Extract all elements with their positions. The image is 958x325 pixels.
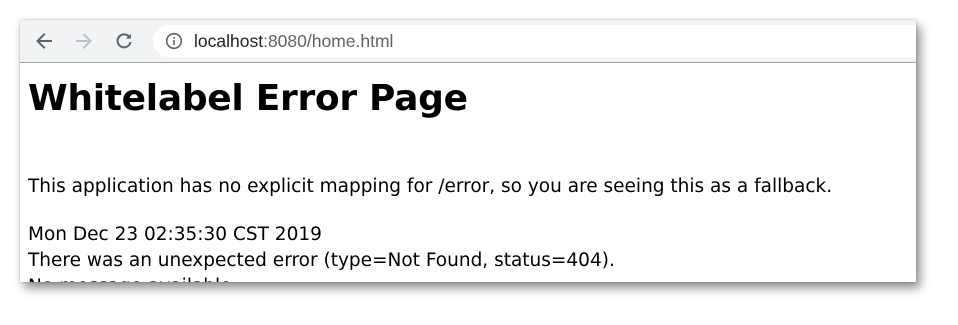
browser-window: localhost:8080/home.html Whitelabel Erro… — [20, 20, 916, 282]
error-type-status: There was an unexpected error (type=Not … — [28, 250, 615, 271]
error-details: Mon Dec 23 02:35:30 CST 2019 There was a… — [28, 222, 615, 282]
page-title: Whitelabel Error Page — [28, 78, 468, 119]
browser-toolbar: localhost:8080/home.html — [20, 20, 916, 63]
reload-icon — [116, 33, 132, 49]
arrow-left-icon — [36, 33, 52, 49]
info-circle-icon[interactable] — [165, 32, 183, 50]
address-bar[interactable]: localhost:8080/home.html — [153, 25, 916, 57]
back-button[interactable] — [30, 27, 58, 55]
forward-button[interactable] — [70, 27, 98, 55]
error-timestamp: Mon Dec 23 02:35:30 CST 2019 — [28, 224, 322, 245]
url-text[interactable]: localhost:8080/home.html — [194, 31, 393, 51]
arrow-right-icon — [76, 33, 92, 49]
error-description: This application has no explicit mapping… — [28, 176, 833, 197]
url-host: localhost — [194, 31, 264, 51]
error-message: No message available — [28, 274, 615, 282]
url-path: :8080/home.html — [263, 31, 394, 51]
reload-button[interactable] — [110, 27, 138, 55]
